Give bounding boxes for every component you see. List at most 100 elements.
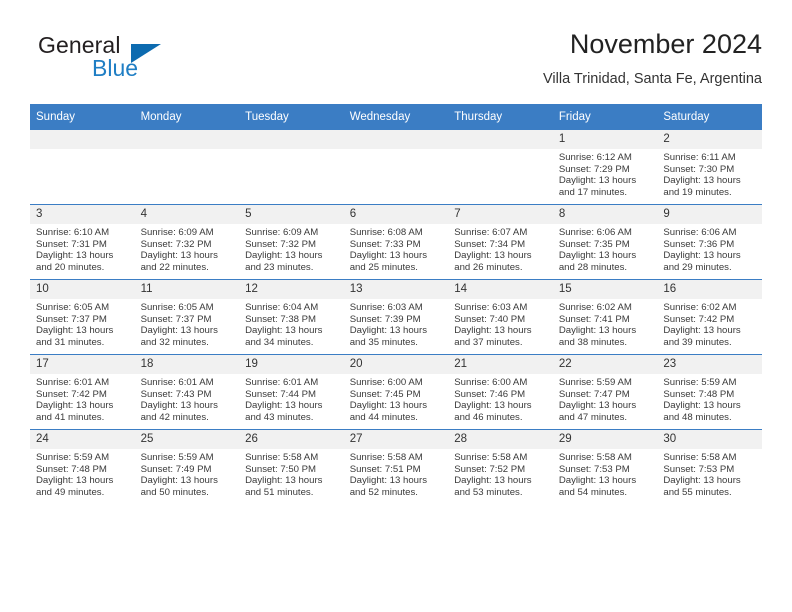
page-title: November 2024 xyxy=(569,29,762,59)
daylight-text-line2: and 52 minutes. xyxy=(349,486,418,498)
calendar-day-cell[interactable]: 10 Sunrise: 6:05 AM Sunset: 7:37 PM Dayligh… xyxy=(30,279,135,355)
calendar-day-cell[interactable]: 4 Sunrise: 6:09 AM Sunset: 7:32 PM Daylight… xyxy=(134,204,240,280)
daylight-text-line2: and 51 minutes. xyxy=(245,486,314,498)
calendar-day-cell[interactable]: 20 Sunrise: 6:00 AM Sunset: 7:45 PM Dayligh… xyxy=(343,354,449,430)
sunset-text: Sunset: 7:40 PM xyxy=(454,313,526,325)
calendar-day-cell[interactable]: 19 Sunrise: 6:01 AM Sunset: 7:44 PM Dayligh… xyxy=(239,354,344,430)
sunset-text: Sunset: 7:32 PM xyxy=(140,238,212,250)
day-cell-inner: 24 Sunrise: 5:59 AM Sunset: 7:48 PM Dayligh… xyxy=(30,430,135,504)
daylight-text-line2: and 49 minutes. xyxy=(36,486,105,498)
calendar-day-cell[interactable]: 27 Sunrise: 5:58 AM Sunset: 7:51 PM Dayligh… xyxy=(343,429,449,504)
day-number: 5 xyxy=(239,205,344,224)
sunset-text: Sunset: 7:48 PM xyxy=(36,463,107,475)
calendar-day-cell[interactable]: 25 Sunrise: 5:59 AM Sunset: 7:49 PM Dayligh… xyxy=(134,429,240,504)
calendar-day-cell[interactable]: 17 Sunrise: 6:01 AM Sunset: 7:42 PM Dayligh… xyxy=(30,354,135,430)
day-cell-inner: 6 Sunrise: 6:08 AM Sunset: 7:33 PM Daylight… xyxy=(343,205,449,279)
calendar-day-cell[interactable]: 11 Sunrise: 6:05 AM Sunset: 7:37 PM Dayligh… xyxy=(134,279,240,355)
sunrise-text: Sunrise: 6:01 AM xyxy=(245,377,319,388)
calendar-day-cell[interactable]: 9 Sunrise: 6:06 AM Sunset: 7:36 PM Daylight… xyxy=(657,204,762,280)
day-number: 15 xyxy=(552,280,658,299)
calendar-day-cell[interactable]: 7 Sunrise: 6:07 AM Sunset: 7:34 PM Daylight… xyxy=(448,204,553,280)
calendar-day-cell[interactable]: 12 Sunrise: 6:04 AM Sunset: 7:38 PM Dayligh… xyxy=(239,279,344,355)
calendar-day-cell[interactable]: 5 Sunrise: 6:09 AM Sunset: 7:32 PM Daylight… xyxy=(239,204,344,280)
day-number: 11 xyxy=(134,280,240,299)
calendar-week-row: 1 Sunrise: 6:12 AM Sunset: 7:29 PM Daylight… xyxy=(30,129,762,205)
daylight-text-line2: and 39 minutes. xyxy=(663,336,732,348)
day-details: Sunrise: 5:58 AM Sunset: 7:51 PM Daylight:… xyxy=(344,449,449,498)
daylight-text-line2: and 41 minutes. xyxy=(36,411,105,423)
day-number: 19 xyxy=(239,355,344,374)
sunset-text: Sunset: 7:36 PM xyxy=(663,238,735,250)
day-details: Sunrise: 6:05 AM Sunset: 7:37 PM Daylight:… xyxy=(30,299,135,348)
calendar-day-cell[interactable]: 14 Sunrise: 6:03 AM Sunset: 7:40 PM Dayligh… xyxy=(448,279,553,355)
daylight-text-line1: Daylight: 13 hours xyxy=(245,325,323,337)
day-cell-inner xyxy=(239,130,344,204)
calendar-day-cell[interactable]: 22 Sunrise: 5:59 AM Sunset: 7:47 PM Dayligh… xyxy=(552,354,658,430)
day-number: 23 xyxy=(657,355,762,374)
sunrise-text: Sunrise: 5:59 AM xyxy=(36,452,110,463)
sunrise-text: Sunrise: 5:59 AM xyxy=(663,377,737,388)
sunrise-text: Sunrise: 6:02 AM xyxy=(558,302,632,313)
sunset-text: Sunset: 7:46 PM xyxy=(454,388,526,400)
day-number: 7 xyxy=(448,205,553,224)
calendar-day-cell[interactable]: 26 Sunrise: 5:58 AM Sunset: 7:50 PM Dayligh… xyxy=(239,429,344,504)
sunrise-text: Sunrise: 5:58 AM xyxy=(349,452,423,463)
day-cell-inner: 22 Sunrise: 5:59 AM Sunset: 7:47 PM Dayligh… xyxy=(552,355,658,429)
calendar-day-cell[interactable]: 16 Sunrise: 6:02 AM Sunset: 7:42 PM Dayligh… xyxy=(657,279,762,355)
calendar-day-cell[interactable]: 30 Sunrise: 5:58 AM Sunset: 7:53 PM Dayligh… xyxy=(657,429,762,504)
day-details: Sunrise: 5:59 AM Sunset: 7:48 PM Daylight:… xyxy=(30,449,135,498)
day-details: Sunrise: 6:07 AM Sunset: 7:34 PM Daylight:… xyxy=(448,224,553,273)
day-cell-inner xyxy=(343,130,449,204)
calendar-day-cell[interactable]: 8 Sunrise: 6:06 AM Sunset: 7:35 PM Daylight… xyxy=(552,204,658,280)
day-number: 18 xyxy=(134,355,240,374)
sunset-text: Sunset: 7:41 PM xyxy=(558,313,630,325)
day-cell-inner: 19 Sunrise: 6:01 AM Sunset: 7:44 PM Dayligh… xyxy=(239,355,344,429)
day-number xyxy=(239,130,344,149)
sunrise-text: Sunrise: 6:00 AM xyxy=(349,377,423,388)
sunrise-text: Sunrise: 6:05 AM xyxy=(140,302,214,313)
daylight-text-line2: and 46 minutes. xyxy=(454,411,523,423)
sunset-text: Sunset: 7:34 PM xyxy=(454,238,526,250)
day-number: 20 xyxy=(343,355,449,374)
calendar-day-cell[interactable]: 29 Sunrise: 5:58 AM Sunset: 7:53 PM Dayligh… xyxy=(552,429,658,504)
day-cell-inner: 7 Sunrise: 6:07 AM Sunset: 7:34 PM Daylight… xyxy=(448,205,553,279)
calendar-day-cell[interactable]: 23 Sunrise: 5:59 AM Sunset: 7:48 PM Dayligh… xyxy=(657,354,762,430)
day-details: Sunrise: 6:10 AM Sunset: 7:31 PM Daylight:… xyxy=(30,224,135,273)
day-cell-inner: 12 Sunrise: 6:04 AM Sunset: 7:38 PM Dayligh… xyxy=(239,280,344,354)
day-cell-inner: 30 Sunrise: 5:58 AM Sunset: 7:53 PM Dayligh… xyxy=(657,430,762,504)
calendar-day-cell[interactable]: 3 Sunrise: 6:10 AM Sunset: 7:31 PM Daylight… xyxy=(30,204,135,280)
day-details: Sunrise: 6:12 AM Sunset: 7:29 PM Daylight:… xyxy=(553,149,658,198)
day-details: Sunrise: 6:08 AM Sunset: 7:33 PM Daylight:… xyxy=(344,224,449,273)
daylight-text-line2: and 26 minutes. xyxy=(454,261,523,273)
daylight-text-line1: Daylight: 13 hours xyxy=(558,250,637,262)
daylight-text-line1: Daylight: 13 hours xyxy=(454,400,532,412)
daylight-text-line1: Daylight: 13 hours xyxy=(454,475,532,487)
day-cell-inner: 9 Sunrise: 6:06 AM Sunset: 7:36 PM Daylight… xyxy=(657,205,762,279)
day-number: 3 xyxy=(30,205,135,224)
calendar-day-cell[interactable]: 6 Sunrise: 6:08 AM Sunset: 7:33 PM Daylight… xyxy=(343,204,449,280)
daylight-text-line1: Daylight: 13 hours xyxy=(663,475,741,487)
calendar-day-cell[interactable]: 2 Sunrise: 6:11 AM Sunset: 7:30 PM Daylight… xyxy=(657,129,762,205)
daylight-text-line1: Daylight: 13 hours xyxy=(663,325,741,337)
calendar-day-cell[interactable]: 28 Sunrise: 5:58 AM Sunset: 7:52 PM Dayligh… xyxy=(448,429,553,504)
day-details: Sunrise: 6:04 AM Sunset: 7:38 PM Daylight:… xyxy=(239,299,344,348)
calendar-day-cell[interactable]: 1 Sunrise: 6:12 AM Sunset: 7:29 PM Daylight… xyxy=(552,129,658,205)
brand-logo[interactable]: General Blue xyxy=(30,32,230,90)
daylight-text-line1: Daylight: 13 hours xyxy=(245,250,323,262)
calendar-day-cell[interactable]: 24 Sunrise: 5:59 AM Sunset: 7:48 PM Dayligh… xyxy=(30,429,135,504)
calendar-day-cell[interactable]: 15 Sunrise: 6:02 AM Sunset: 7:41 PM Dayligh… xyxy=(552,279,658,355)
calendar-day-cell[interactable]: 18 Sunrise: 6:01 AM Sunset: 7:43 PM Dayligh… xyxy=(134,354,240,430)
day-details: Sunrise: 5:59 AM Sunset: 7:47 PM Daylight:… xyxy=(553,374,658,423)
weekday-header-sunday: Sunday xyxy=(30,104,135,130)
calendar-day-cell[interactable]: 13 Sunrise: 6:03 AM Sunset: 7:39 PM Dayligh… xyxy=(343,279,449,355)
daylight-text-line1: Daylight: 13 hours xyxy=(558,175,637,187)
daylight-text-line1: Daylight: 13 hours xyxy=(140,400,218,412)
sunset-text: Sunset: 7:43 PM xyxy=(140,388,212,400)
daylight-text-line2: and 35 minutes. xyxy=(349,336,418,348)
calendar-day-cell[interactable]: 21 Sunrise: 6:00 AM Sunset: 7:46 PM Dayligh… xyxy=(448,354,553,430)
sunrise-text: Sunrise: 6:09 AM xyxy=(245,227,319,238)
day-cell-inner: 8 Sunrise: 6:06 AM Sunset: 7:35 PM Daylight… xyxy=(552,205,658,279)
calendar-table: Sunday Monday Tuesday Wednesday Thursday… xyxy=(30,104,762,504)
calendar-day-cell-empty xyxy=(30,129,135,205)
daylight-text-line1: Daylight: 13 hours xyxy=(140,250,218,262)
